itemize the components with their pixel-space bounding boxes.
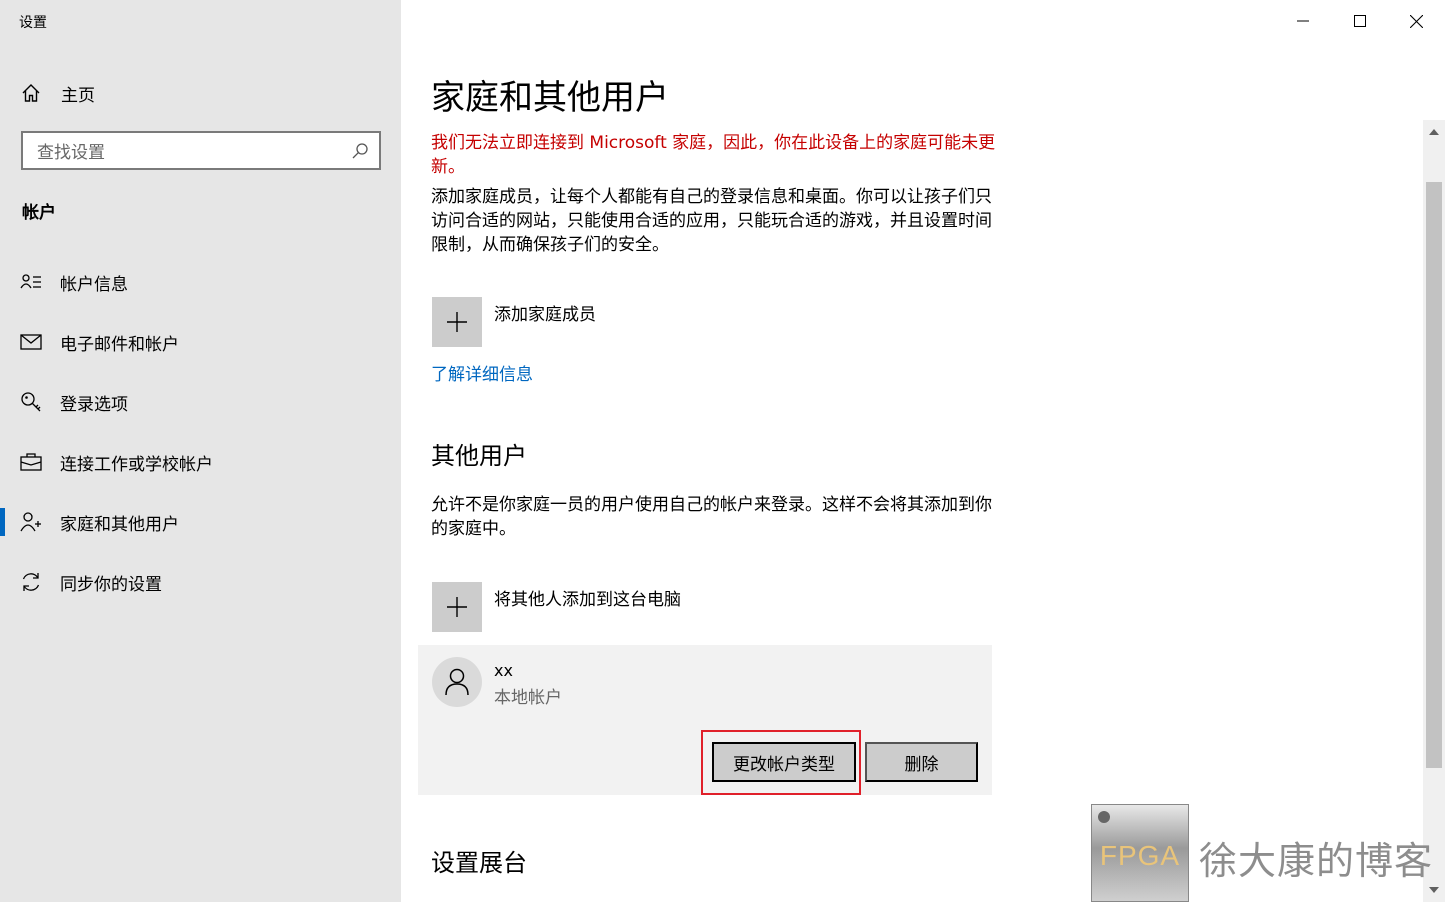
chevron-up-icon: [1429, 129, 1439, 135]
delete-user-button[interactable]: 删除: [865, 742, 978, 782]
scrollbar[interactable]: [1423, 120, 1445, 902]
connection-warning: 我们无法立即连接到 Microsoft 家庭，因此，你在此设备上的家庭可能未更新…: [431, 133, 996, 177]
minimize-button[interactable]: [1274, 0, 1331, 42]
family-icon: [20, 511, 42, 533]
app-title: 设置: [19, 15, 47, 31]
close-button[interactable]: [1388, 0, 1445, 42]
user-name: xx: [494, 661, 513, 680]
sidebar: 设置 主页 查找设置 帐户 帐户信息 电子邮件和帐户 登录选项 连接工作或学校帐…: [0, 0, 401, 902]
watermark-logo: FPGA: [1091, 804, 1189, 902]
add-family-member-label: 添加家庭成员: [494, 305, 596, 325]
learn-more-link[interactable]: 了解详细信息: [431, 360, 533, 385]
sidebar-item-label: 登录选项: [60, 394, 128, 415]
minimize-icon: [1296, 20, 1309, 22]
home-label: 主页: [61, 85, 95, 106]
sidebar-section-title: 帐户: [22, 203, 56, 223]
scroll-thumb[interactable]: [1426, 182, 1442, 768]
other-users-description: 允许不是你家庭一员的用户使用自己的帐户来登录。这样不会将其添加到你的家庭中。: [431, 495, 992, 539]
plus-icon: [432, 297, 482, 347]
sidebar-item-label: 连接工作或学校帐户: [60, 454, 213, 475]
family-description: 添加家庭成员，让每个人都能有自己的登录信息和桌面。你可以让孩子们只访问合适的网站…: [431, 187, 992, 255]
sidebar-item-work-school[interactable]: 连接工作或学校帐户: [0, 442, 401, 482]
mail-icon: [20, 331, 42, 353]
account-info-icon: [20, 271, 42, 293]
logo-dot-icon: [1098, 811, 1110, 823]
maximize-icon: [1353, 15, 1366, 27]
watermark-text: 徐大康的博客: [1199, 839, 1434, 883]
page-title: 家庭和其他用户: [431, 78, 669, 118]
add-family-member-button[interactable]: 添加家庭成员: [432, 297, 596, 347]
briefcase-icon: [20, 451, 42, 473]
change-account-type-button[interactable]: 更改帐户类型: [712, 742, 856, 782]
sidebar-item-account-info[interactable]: 帐户信息: [0, 262, 401, 302]
sidebar-item-email-accounts[interactable]: 电子邮件和帐户: [0, 322, 401, 362]
search-placeholder: 查找设置: [37, 143, 105, 163]
user-card[interactable]: xx 本地帐户 更改帐户类型 删除: [418, 645, 992, 795]
sidebar-item-label: 帐户信息: [60, 274, 128, 295]
sidebar-item-sync-settings[interactable]: 同步你的设置: [0, 562, 401, 602]
scroll-up-button[interactable]: [1423, 122, 1445, 142]
sidebar-item-sign-in-options[interactable]: 登录选项: [0, 382, 401, 422]
sidebar-item-label: 同步你的设置: [60, 574, 162, 595]
user-account-type: 本地帐户: [494, 688, 562, 708]
watermark-logo-text: FPGA: [1099, 840, 1181, 871]
sync-icon: [20, 571, 42, 593]
add-other-user-button[interactable]: 将其他人添加到这台电脑: [432, 582, 681, 632]
home-nav-item[interactable]: 主页: [20, 80, 95, 106]
kiosk-heading: 设置展台: [431, 849, 527, 877]
watermark: FPGA 徐大康的博客: [1091, 804, 1434, 902]
sidebar-item-label: 电子邮件和帐户: [60, 334, 179, 355]
user-avatar-icon: [432, 657, 482, 707]
add-other-user-label: 将其他人添加到这台电脑: [494, 590, 681, 610]
sidebar-item-family-other-users[interactable]: 家庭和其他用户: [0, 502, 401, 542]
home-icon: [20, 82, 42, 104]
plus-icon: [432, 582, 482, 632]
maximize-button[interactable]: [1331, 0, 1388, 42]
close-icon: [1410, 14, 1423, 28]
sidebar-item-label: 家庭和其他用户: [60, 514, 179, 535]
search-input[interactable]: 查找设置: [21, 131, 381, 170]
search-icon[interactable]: [351, 142, 369, 160]
key-icon: [20, 391, 42, 413]
other-users-heading: 其他用户: [431, 442, 527, 470]
